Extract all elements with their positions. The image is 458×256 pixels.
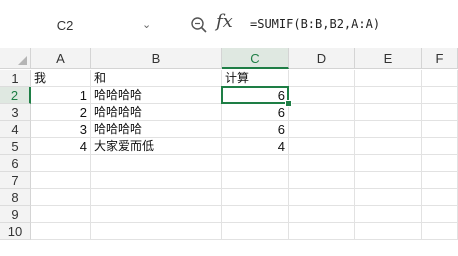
row-header-9[interactable]: 9 [0,206,31,223]
cell-a9[interactable] [31,206,91,223]
cell-c7[interactable] [222,172,289,189]
cell-c3[interactable]: 6 [222,104,289,121]
cell-c4[interactable]: 6 [222,121,289,138]
cell-a4[interactable]: 3 [31,121,91,138]
cell-f1[interactable] [422,70,458,87]
cell-a6[interactable] [31,155,91,172]
row-header-2[interactable]: 2 [0,87,31,104]
cell-f10[interactable] [422,223,458,240]
column-header-d[interactable]: D [289,48,355,69]
cell-b2[interactable]: 哈哈哈哈 [91,87,222,104]
cell-e8[interactable] [355,189,422,206]
cell-e1[interactable] [355,70,422,87]
cell-c1[interactable]: 计算 [222,70,289,87]
row-header-7[interactable]: 7 [0,172,31,189]
cell-b10[interactable] [91,223,222,240]
cell-f4[interactable] [422,121,458,138]
cell-d5[interactable] [289,138,355,155]
cell-e10[interactable] [355,223,422,240]
cell-f8[interactable] [422,189,458,206]
cell-a8[interactable] [31,189,91,206]
cell-e5[interactable] [355,138,422,155]
cell-d1[interactable] [289,70,355,87]
row-header-5[interactable]: 5 [0,138,31,155]
cell-f3[interactable] [422,104,458,121]
cell-c2[interactable]: 6 [222,87,289,104]
cell-f5[interactable] [422,138,458,155]
cell-c8[interactable] [222,189,289,206]
name-box[interactable]: C2 ⌄ [9,14,152,42]
cell-d10[interactable] [289,223,355,240]
cell-e3[interactable] [355,104,422,121]
cell-b9[interactable] [91,206,222,223]
cell-a3[interactable]: 2 [31,104,91,121]
column-header-b[interactable]: B [91,48,222,69]
row-header-8[interactable]: 8 [0,189,31,206]
name-box-value[interactable]: C2 [9,18,121,33]
column-header-f[interactable]: F [422,48,458,69]
cell-e6[interactable] [355,155,422,172]
cell-f6[interactable] [422,155,458,172]
cell-d4[interactable] [289,121,355,138]
cell-b5[interactable]: 大家爱而低 [91,138,222,155]
cell-d8[interactable] [289,189,355,206]
row-header-3[interactable]: 3 [0,104,31,121]
cell-b3[interactable]: 哈哈哈哈 [91,104,222,121]
cell-d2[interactable] [289,87,355,104]
cell-c9[interactable] [222,206,289,223]
zoom-in-icon[interactable] [190,16,208,34]
cell-c5[interactable]: 4 [222,138,289,155]
spreadsheet-grid[interactable]: A B C D E F 1 我和计算 2 1 哈哈哈哈 6 3 2 哈哈哈哈 6 4 3 哈哈哈哈 6 5 4 大家爱而低 4… [0,48,458,256]
cell-d9[interactable] [289,206,355,223]
cell-e9[interactable] [355,206,422,223]
cell-f9[interactable] [422,206,458,223]
cell-e4[interactable] [355,121,422,138]
row-header-6[interactable]: 6 [0,155,31,172]
cell-b4[interactable]: 哈哈哈哈 [91,121,222,138]
column-header-c[interactable]: C [222,48,289,69]
cell-e7[interactable] [355,172,422,189]
cell-c6[interactable] [222,155,289,172]
cell-a2[interactable]: 1 [31,87,91,104]
cell-b8[interactable] [91,189,222,206]
column-header-a[interactable]: A [31,48,91,69]
row-header-10[interactable]: 10 [0,223,31,240]
cell-d3[interactable] [289,104,355,121]
cell-d6[interactable] [289,155,355,172]
cell-a7[interactable] [31,172,91,189]
cell-f7[interactable] [422,172,458,189]
row-header-4[interactable]: 4 [0,121,31,138]
cell-a1[interactable]: 我 [31,70,91,87]
column-header-e[interactable]: E [355,48,422,69]
cell-f2[interactable] [422,87,458,104]
cell-e2[interactable] [355,87,422,104]
insert-function-button[interactable]: fx [216,11,233,32]
row-header-1[interactable]: 1 [0,70,31,87]
cell-a5[interactable]: 4 [31,138,91,155]
cell-b1[interactable]: 和 [91,70,222,87]
chevron-down-icon[interactable]: ⌄ [142,18,151,31]
fill-handle[interactable] [285,100,292,107]
formula-input[interactable]: =SUMIF(B:B,B2,A:A) [250,17,380,31]
cell-b7[interactable] [91,172,222,189]
cell-d7[interactable] [289,172,355,189]
formula-bar: C2 ⌄ fx =SUMIF(B:B,B2,A:A) [0,0,458,47]
cell-b6[interactable] [91,155,222,172]
cell-a10[interactable] [31,223,91,240]
select-all-corner[interactable] [0,48,31,69]
cell-c10[interactable] [222,223,289,240]
